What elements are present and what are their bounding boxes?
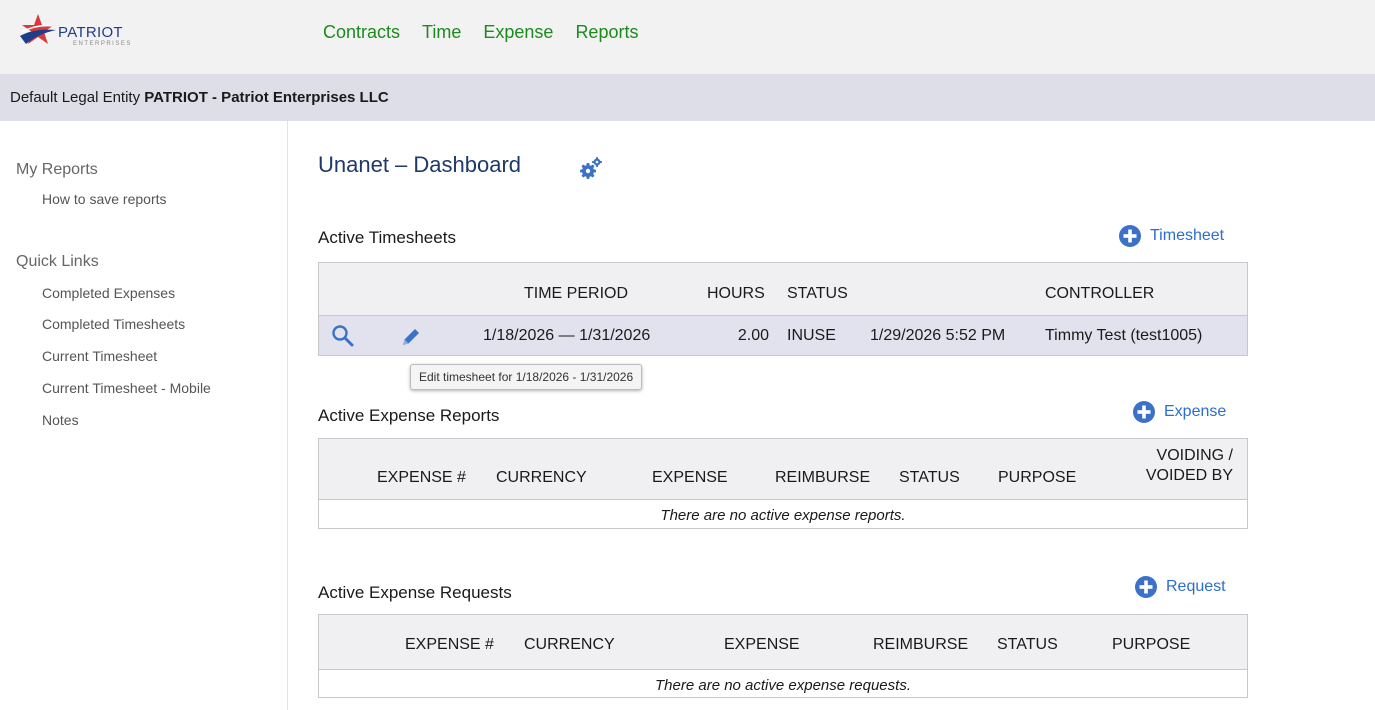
patriot-logo[interactable]: PATRIOT ENTERPRISES: [18, 12, 138, 48]
legal-entity-bar: Default Legal Entity PATRIOT - Patriot E…: [0, 74, 1375, 121]
col-voided-by: VOIDED BY: [1145, 467, 1233, 484]
legal-entity-name: PATRIOT - Patriot Enterprises LLC: [144, 89, 389, 106]
nav-contracts[interactable]: Contracts: [323, 22, 400, 42]
plus-circle-icon: [1135, 576, 1157, 598]
col-status: STATUS: [787, 285, 848, 302]
expense-reports-table-header: EXPENSE # CURRENCY EXPENSE REIMBURSE STA…: [319, 439, 1247, 500]
main-nav: Contracts Time Expense Reports: [323, 22, 660, 42]
cell-controller: Timmy Test (test1005): [1045, 327, 1203, 344]
add-expense-label: Expense: [1164, 403, 1227, 420]
col-purpose: PURPOSE: [998, 469, 1077, 486]
col-expense-number: EXPENSE #: [377, 469, 466, 486]
col-reimburse: REIMBURSE: [873, 636, 969, 653]
col-time-period: TIME PERIOD: [524, 285, 629, 302]
col-reimburse: REIMBURSE: [775, 469, 871, 486]
sidebar-link-completed-expenses[interactable]: Completed Expenses: [42, 285, 175, 301]
cell-date: 1/29/2026 5:52 PM: [870, 327, 1006, 344]
expense-reports-empty-message: There are no active expense reports.: [660, 507, 906, 524]
sidebar-heading-quick-links: Quick Links: [16, 253, 99, 270]
sidebar-link-how-to-save-reports[interactable]: How to save reports: [42, 191, 167, 207]
add-request-label: Request: [1166, 578, 1226, 595]
add-timesheet-button[interactable]: Timesheet: [1118, 224, 1224, 248]
timesheets-table-header: TIME PERIOD HOURS STATUS CONTROLLER: [319, 263, 1247, 316]
plus-circle-icon: [1119, 225, 1141, 247]
col-status: STATUS: [899, 469, 960, 486]
star-logo-icon: [20, 14, 56, 44]
add-expense-button[interactable]: Expense: [1132, 400, 1226, 424]
sidebar-link-notes[interactable]: Notes: [42, 412, 79, 428]
sidebar-link-current-timesheet-mobile[interactable]: Current Timesheet - Mobile: [42, 380, 211, 396]
top-bar: PATRIOT ENTERPRISES Contracts Time Expen…: [0, 0, 1375, 74]
cell-status: INUSE: [787, 327, 836, 344]
gear-icon[interactable]: [578, 155, 604, 181]
table-row[interactable]: 1/18/2026 — 1/31/2026 2.00 INUSE 1/29/20…: [319, 316, 1247, 355]
search-icon[interactable]: [331, 324, 355, 348]
active-expense-requests-table: EXPENSE # CURRENCY EXPENSE REIMBURSE STA…: [318, 614, 1248, 698]
col-expense: EXPENSE: [724, 636, 800, 653]
cell-time-period: 1/18/2026 — 1/31/2026: [483, 327, 651, 344]
col-controller: CONTROLLER: [1045, 285, 1155, 302]
logo-subtitle: ENTERPRISES: [73, 41, 132, 47]
col-currency: CURRENCY: [496, 469, 587, 486]
col-status: STATUS: [997, 636, 1058, 653]
col-purpose: PURPOSE: [1112, 636, 1191, 653]
nav-time[interactable]: Time: [422, 22, 461, 42]
nav-reports[interactable]: Reports: [575, 22, 638, 42]
active-timesheets-table: TIME PERIOD HOURS STATUS CONTROLLER 1/18…: [318, 262, 1248, 356]
sidebar: My Reports How to save reports Quick Lin…: [0, 121, 288, 710]
col-expense-number: EXPENSE #: [405, 636, 494, 653]
add-request-button[interactable]: Request: [1134, 575, 1226, 599]
sidebar-link-completed-timesheets[interactable]: Completed Timesheets: [42, 316, 185, 332]
col-hours: HOURS: [707, 285, 765, 302]
edit-timesheet-tooltip: Edit timesheet for 1/18/2026 - 1/31/2026: [410, 364, 643, 390]
legal-entity-text: Default Legal Entity PATRIOT - Patriot E…: [10, 89, 389, 106]
section-title-active-expense-requests: Active Expense Requests: [318, 583, 512, 602]
active-expense-reports-table: EXPENSE # CURRENCY EXPENSE REIMBURSE STA…: [318, 438, 1248, 529]
col-voiding: VOIDING /: [1156, 447, 1233, 464]
section-title-active-expense-reports: Active Expense Reports: [318, 406, 500, 425]
legal-entity-label: Default Legal Entity: [10, 89, 141, 106]
plus-circle-icon: [1133, 401, 1155, 423]
col-currency: CURRENCY: [524, 636, 615, 653]
sidebar-heading-my-reports: My Reports: [16, 161, 98, 178]
section-title-active-timesheets: Active Timesheets: [318, 228, 456, 247]
pencil-icon[interactable]: [399, 325, 423, 349]
logo-name: PATRIOT: [58, 24, 123, 41]
add-timesheet-label: Timesheet: [1150, 227, 1225, 244]
sidebar-link-current-timesheet[interactable]: Current Timesheet: [42, 348, 157, 364]
col-expense: EXPENSE: [652, 469, 728, 486]
page-title: Unanet – Dashboard: [318, 152, 522, 177]
cell-hours: 2.00: [737, 327, 769, 344]
expense-requests-table-header: EXPENSE # CURRENCY EXPENSE REIMBURSE STA…: [319, 615, 1247, 670]
expense-requests-empty-message: There are no active expense requests.: [655, 677, 911, 694]
nav-expense[interactable]: Expense: [483, 22, 553, 42]
